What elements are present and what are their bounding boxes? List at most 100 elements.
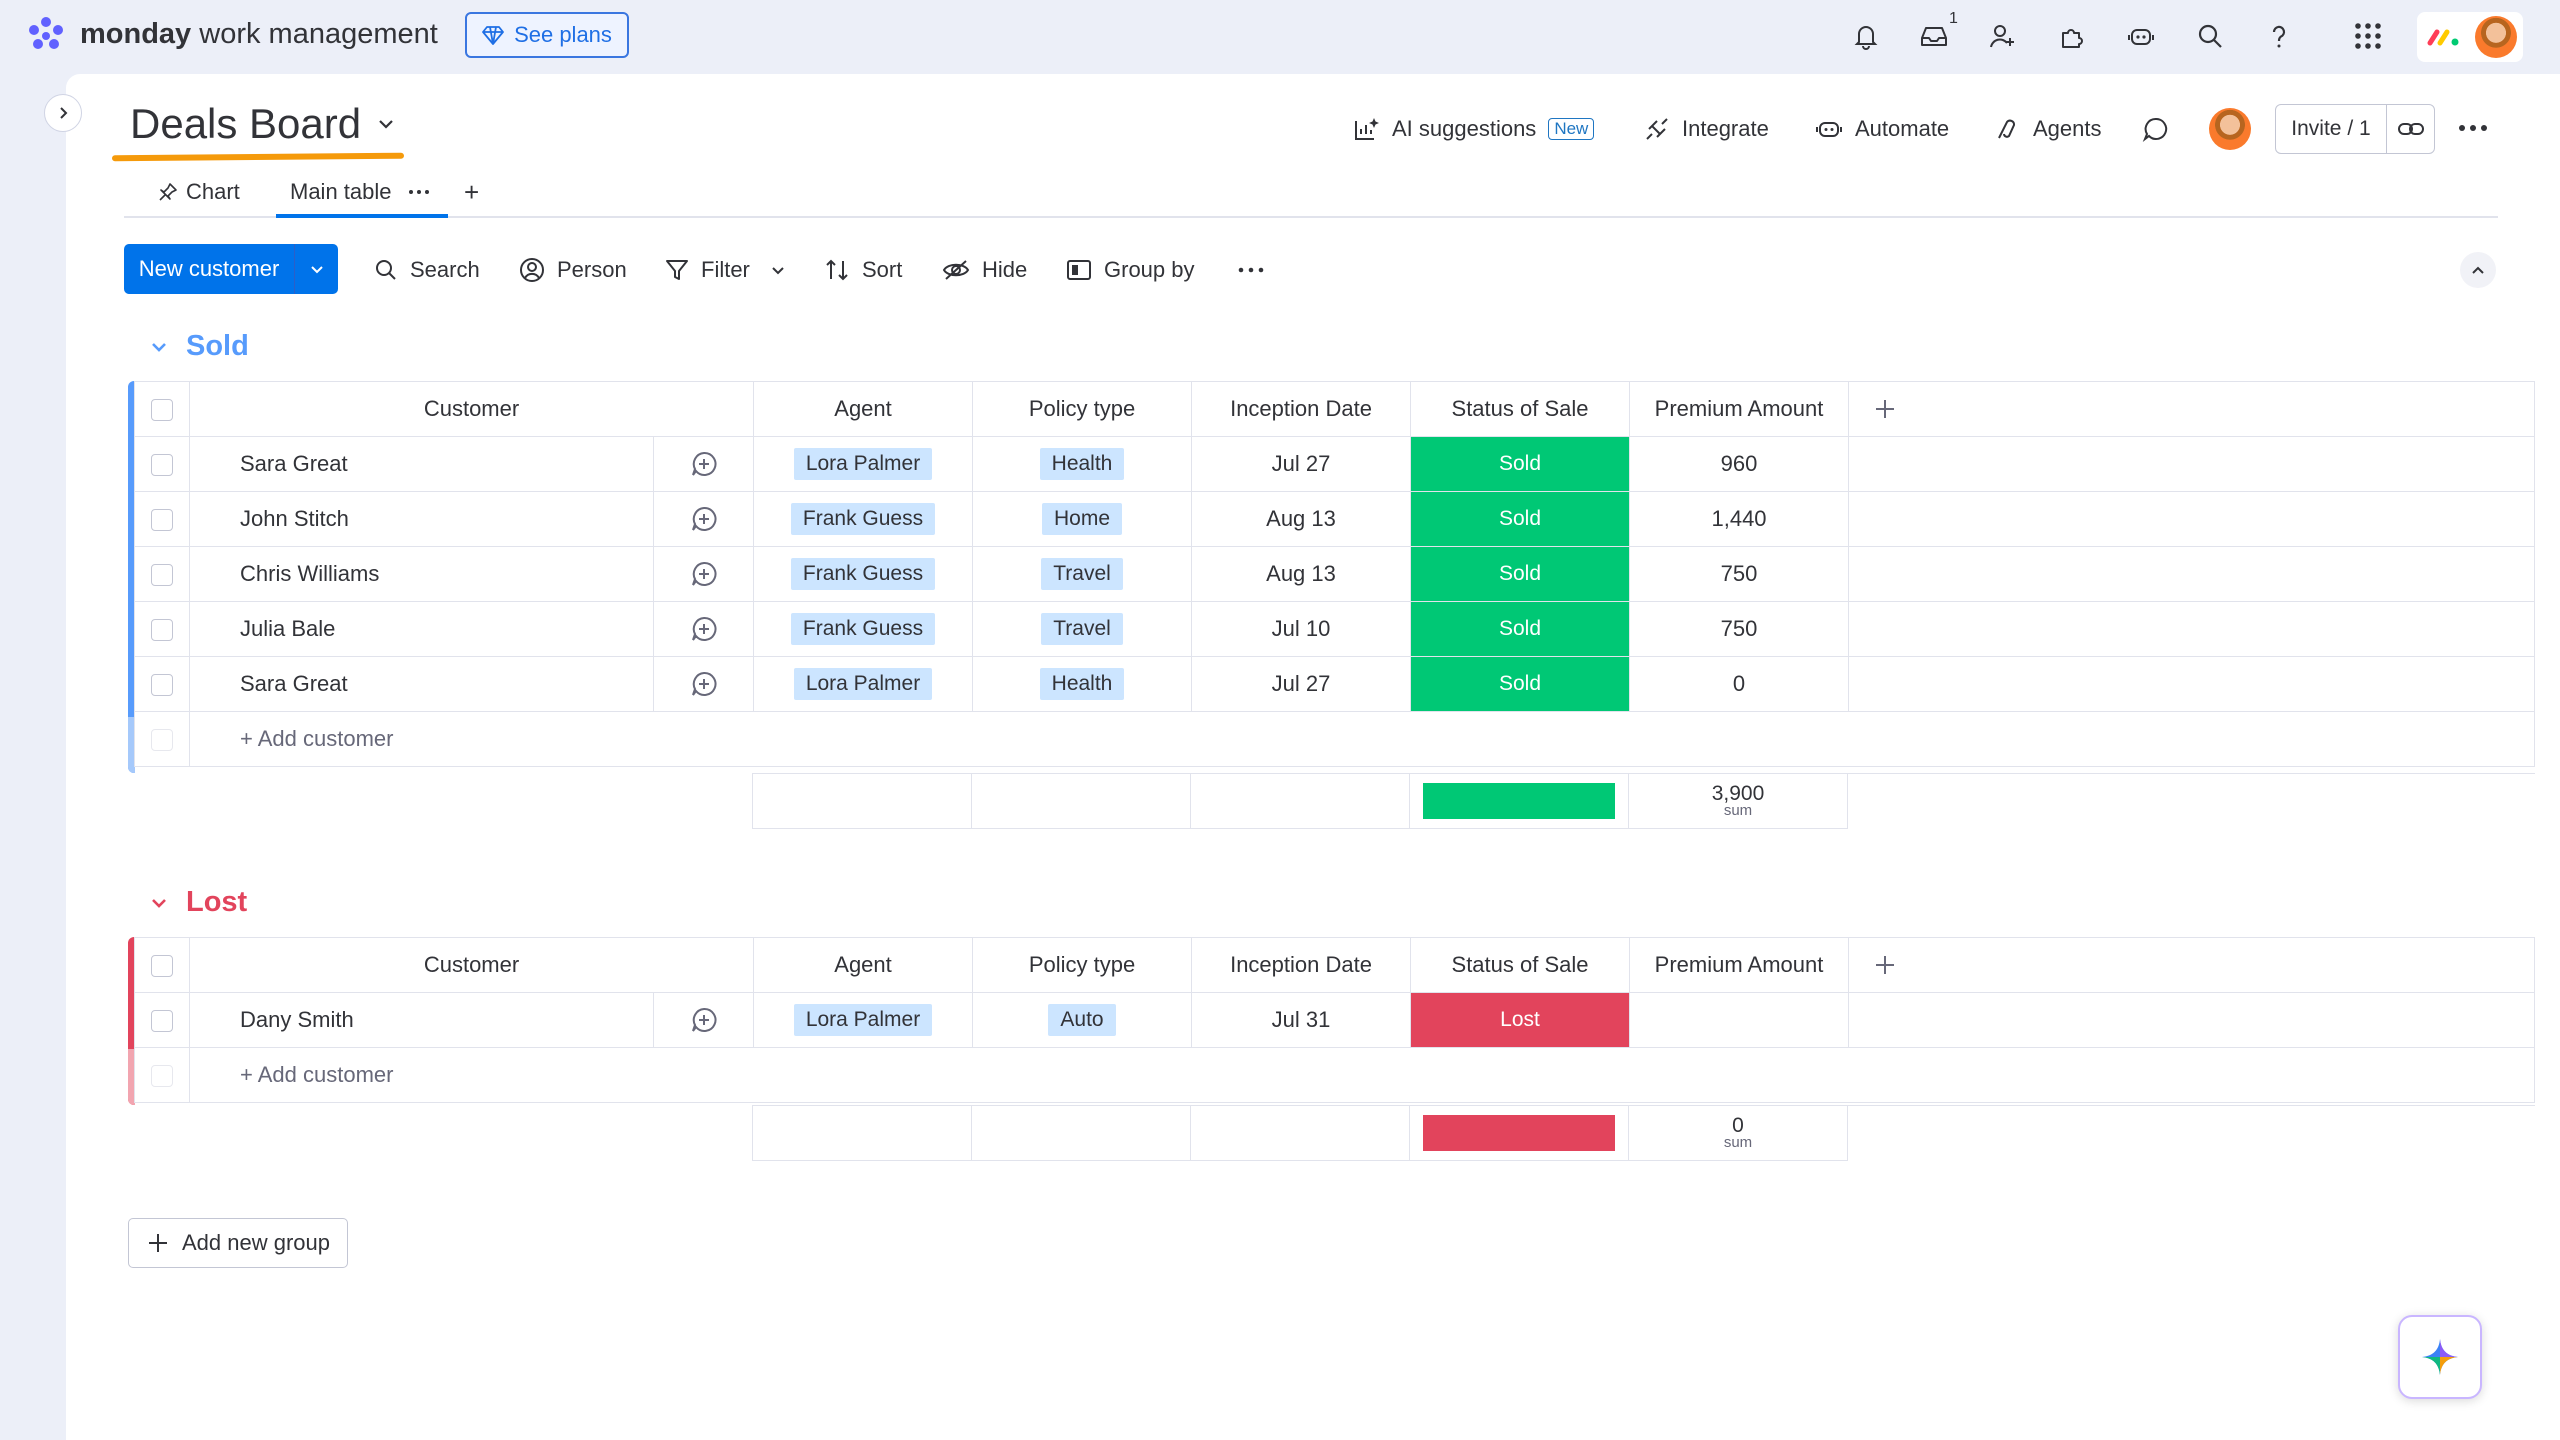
cell-inception-date[interactable]: Jul 27 <box>1191 656 1412 712</box>
search-button[interactable]: Search <box>374 250 480 290</box>
chevron-down-icon[interactable] <box>770 262 786 278</box>
table-row[interactable]: Sara Great Lora Palmer Health Jul 27 Sol… <box>134 436 2536 492</box>
cell-agent[interactable]: Lora Palmer <box>753 436 974 492</box>
cell-inception-date[interactable]: Jul 27 <box>1191 436 1412 492</box>
table-row[interactable]: Julia Bale Frank Guess Travel Jul 10 Sol… <box>134 601 2536 657</box>
cell-status-of-sale[interactable]: Lost <box>1410 992 1631 1048</box>
cell-agent[interactable]: Lora Palmer <box>753 992 974 1048</box>
cell-customer[interactable]: Julia Bale <box>189 601 654 657</box>
more-options-icon[interactable] <box>2457 114 2489 142</box>
robot-icon[interactable] <box>2123 18 2159 54</box>
cell-premium-amount[interactable]: 750 <box>1629 601 1850 657</box>
table-row[interactable]: Chris Williams Frank Guess Travel Aug 13… <box>134 546 2536 602</box>
cell-customer[interactable]: Sara Great <box>189 656 654 712</box>
table-row[interactable]: John Stitch Frank Guess Home Aug 13 Sold… <box>134 491 2536 547</box>
cell-premium-amount[interactable]: 960 <box>1629 436 1850 492</box>
add-update-icon[interactable] <box>652 491 755 547</box>
column-header-agent[interactable]: Agent <box>753 937 974 993</box>
tab-main-table[interactable]: Main table <box>290 168 430 216</box>
cell-premium-amount[interactable] <box>1629 992 1850 1048</box>
status-summary-bar[interactable] <box>1409 773 1629 829</box>
ai-suggestions-button[interactable]: AI suggestions New <box>1352 112 1595 146</box>
row-checkbox[interactable] <box>134 656 190 712</box>
add-view-button[interactable]: + <box>464 168 479 216</box>
cell-inception-date[interactable]: Jul 10 <box>1191 601 1412 657</box>
cell-premium-amount[interactable]: 0 <box>1629 656 1850 712</box>
add-customer-input[interactable]: + Add customer <box>188 711 2536 767</box>
premium-sum-cell[interactable]: 3,900 sum <box>1628 773 1848 829</box>
group-header-lost[interactable]: Lost <box>148 886 247 919</box>
row-checkbox[interactable] <box>134 436 190 492</box>
toolbar-more-icon[interactable] <box>1238 250 1264 290</box>
ai-assistant-button[interactable] <box>2398 1315 2482 1399</box>
board-owner-avatar[interactable] <box>2209 108 2251 150</box>
bell-icon[interactable] <box>1848 18 1884 54</box>
cell-policy-type[interactable]: Health <box>972 436 1193 492</box>
add-column-button[interactable] <box>1848 937 2536 993</box>
new-customer-dropdown[interactable] <box>295 244 338 294</box>
cell-status-of-sale[interactable]: Sold <box>1410 546 1631 602</box>
collapse-header-button[interactable] <box>2460 252 2496 288</box>
chevron-down-icon[interactable] <box>148 892 170 914</box>
column-header-premium-amount[interactable]: Premium Amount <box>1629 937 1850 993</box>
new-customer-button[interactable]: New customer <box>124 244 295 294</box>
automate-button[interactable]: Automate <box>1815 112 1949 146</box>
help-icon[interactable] <box>2261 18 2297 54</box>
group-by-button[interactable]: Group by <box>1066 250 1195 290</box>
apps-icon[interactable] <box>2054 18 2090 54</box>
status-summary-bar[interactable] <box>1409 1105 1629 1161</box>
cell-inception-date[interactable]: Aug 13 <box>1191 491 1412 547</box>
add-customer-row[interactable]: + Add customer <box>134 711 2536 767</box>
column-header-status-of-sale[interactable]: Status of Sale <box>1410 381 1631 437</box>
row-checkbox[interactable] <box>134 546 190 602</box>
table-row[interactable]: Dany Smith Lora Palmer Auto Jul 31 Lost <box>134 992 2536 1048</box>
column-header-customer[interactable]: Customer <box>188 381 755 437</box>
add-update-icon[interactable] <box>652 546 755 602</box>
cell-customer[interactable]: Chris Williams <box>189 546 654 602</box>
select-all-checkbox[interactable] <box>134 381 190 437</box>
add-customer-input[interactable]: + Add customer <box>188 1047 2536 1103</box>
board-title[interactable]: Deals Board <box>130 100 397 148</box>
cell-policy-type[interactable]: Travel <box>972 546 1193 602</box>
column-header-policy-type[interactable]: Policy type <box>972 381 1193 437</box>
cell-policy-type[interactable]: Home <box>972 491 1193 547</box>
column-header-customer[interactable]: Customer <box>188 937 755 993</box>
hide-button[interactable]: Hide <box>942 250 1027 290</box>
group-header-sold[interactable]: Sold <box>148 330 249 363</box>
table-row[interactable]: Sara Great Lora Palmer Health Jul 27 Sol… <box>134 656 2536 712</box>
cell-agent[interactable]: Frank Guess <box>753 601 974 657</box>
invite-button[interactable]: Invite / 1 <box>2276 105 2387 153</box>
filter-button[interactable]: Filter <box>665 250 786 290</box>
add-update-icon[interactable] <box>652 656 755 712</box>
cell-status-of-sale[interactable]: Sold <box>1410 491 1631 547</box>
select-all-checkbox[interactable] <box>134 937 190 993</box>
cell-status-of-sale[interactable]: Sold <box>1410 436 1631 492</box>
cell-customer[interactable]: Sara Great <box>189 436 654 492</box>
sort-button[interactable]: Sort <box>824 250 902 290</box>
search-icon[interactable] <box>2192 18 2228 54</box>
see-plans-button[interactable]: See plans <box>465 12 629 58</box>
cell-status-of-sale[interactable]: Sold <box>1410 601 1631 657</box>
add-update-icon[interactable] <box>652 436 755 492</box>
add-update-icon[interactable] <box>652 601 755 657</box>
expand-sidebar-button[interactable] <box>44 94 82 132</box>
cell-policy-type[interactable]: Auto <box>972 992 1193 1048</box>
add-column-button[interactable] <box>1848 381 2536 437</box>
agents-button[interactable]: Agents <box>1995 112 2102 146</box>
invite-user-icon[interactable] <box>1985 18 2021 54</box>
inbox-icon[interactable] <box>1916 18 1952 54</box>
column-header-inception-date[interactable]: Inception Date <box>1191 937 1412 993</box>
cell-agent[interactable]: Frank Guess <box>753 491 974 547</box>
cell-policy-type[interactable]: Health <box>972 656 1193 712</box>
premium-sum-cell[interactable]: 0 sum <box>1628 1105 1848 1161</box>
integrate-button[interactable]: Integrate <box>1644 112 1769 146</box>
cell-premium-amount[interactable]: 750 <box>1629 546 1850 602</box>
row-checkbox[interactable] <box>134 992 190 1048</box>
column-header-premium-amount[interactable]: Premium Amount <box>1629 381 1850 437</box>
copy-link-button[interactable] <box>2387 105 2434 153</box>
cell-status-of-sale[interactable]: Sold <box>1410 656 1631 712</box>
cell-inception-date[interactable]: Aug 13 <box>1191 546 1412 602</box>
add-update-icon[interactable] <box>652 992 755 1048</box>
grid-menu-icon[interactable] <box>2350 18 2386 54</box>
updates-button[interactable] <box>2142 112 2170 146</box>
